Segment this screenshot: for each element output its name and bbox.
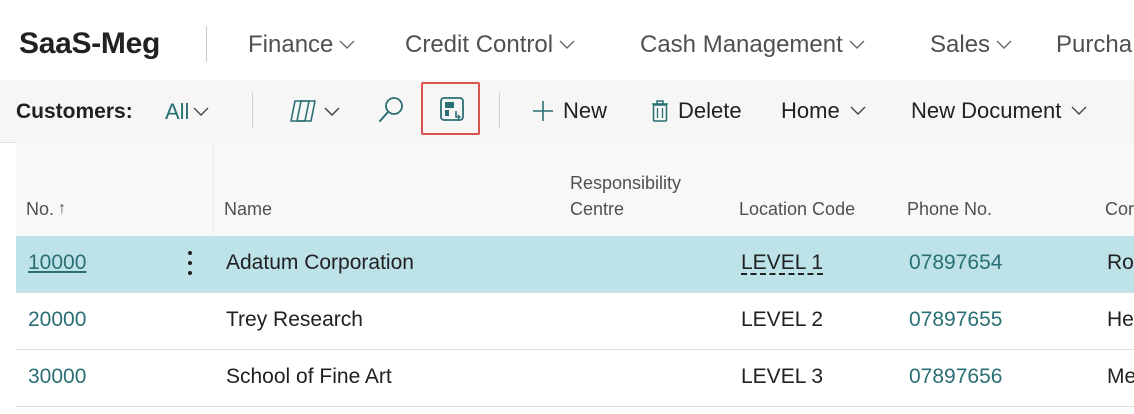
highlight-annotation (421, 82, 480, 135)
toolbar-separator (252, 92, 253, 128)
chevron-down-icon (193, 105, 209, 117)
toolbar-separator (499, 92, 500, 128)
chevron-down-icon (849, 38, 865, 50)
new-button-label: New (563, 98, 608, 123)
table-row[interactable]: 20000 Trey Research LEVEL 2 07897655 He (16, 293, 1134, 350)
plus-icon (531, 99, 555, 123)
new-button[interactable]: New (531, 98, 607, 124)
home-menu[interactable]: Home (781, 98, 866, 124)
nav-item-label: Sales (930, 31, 991, 58)
customer-name: School of Fine Art (226, 365, 392, 388)
customer-no-link[interactable]: 10000 (28, 251, 86, 275)
table-row[interactable]: 30000 School of Fine Art LEVEL 3 0789765… (16, 350, 1134, 407)
copilot-icon[interactable] (289, 97, 349, 130)
view-filter-dropdown[interactable]: All (165, 99, 209, 125)
customer-name: Adatum Corporation (226, 251, 414, 274)
column-header-label: Responsibility (570, 173, 682, 193)
phone-no[interactable]: 07897656 (909, 365, 1002, 389)
chevron-down-icon (339, 38, 355, 50)
location-code: LEVEL 2 (741, 308, 824, 331)
chevron-down-icon (850, 104, 866, 116)
search-icon[interactable] (378, 95, 406, 130)
location-code[interactable]: LEVEL 1 (741, 251, 823, 275)
list-title: Customers: (16, 100, 133, 123)
nav-item-finance[interactable]: Finance (248, 31, 355, 59)
contact: Ro (1107, 251, 1134, 274)
column-header-contact[interactable]: Cor (1105, 196, 1134, 222)
nav-item-label: Finance (248, 31, 334, 58)
customer-no-link[interactable]: 20000 (28, 308, 86, 332)
nav-item-label: Credit Control (405, 31, 554, 58)
nav-item-sales[interactable]: Sales (930, 31, 1012, 59)
chevron-down-icon (559, 38, 575, 50)
column-header-phone-no[interactable]: Phone No. (907, 196, 992, 222)
nav-divider (206, 26, 207, 62)
home-menu-label: Home (781, 98, 840, 123)
phone-no[interactable]: 07897654 (909, 251, 1002, 275)
row-actions-icon[interactable] (184, 249, 196, 277)
nav-item-label: Purcha (1056, 31, 1133, 58)
nav-item-label: Cash Management (640, 31, 843, 58)
new-document-menu[interactable]: New Document (911, 98, 1087, 124)
nav-item-purchasing[interactable]: Purcha (1056, 31, 1132, 59)
trash-icon (650, 99, 670, 123)
phone-no[interactable]: 07897655 (909, 308, 1002, 332)
table-row[interactable]: 10000 Adatum Corporation LEVEL 1 0789765… (16, 236, 1134, 293)
contact: Me (1107, 365, 1134, 388)
nav-item-credit-control[interactable]: Credit Control (405, 31, 575, 59)
column-header-location-code[interactable]: Location Code (739, 196, 855, 222)
customer-name: Trey Research (226, 308, 363, 331)
grid-header: No. ↑ Name Responsibility Centre Locatio… (16, 142, 1134, 236)
chevron-down-icon (1071, 104, 1087, 116)
delete-button-label: Delete (678, 98, 742, 123)
sort-ascending-icon: ↑ (58, 200, 67, 217)
customer-no-link[interactable]: 30000 (28, 365, 86, 389)
column-header-no[interactable]: No. ↑ (26, 196, 66, 222)
delete-button[interactable]: Delete (650, 98, 742, 124)
new-document-menu-label: New Document (911, 98, 1062, 123)
action-bar: Customers: All New Delete Home New Docum… (0, 80, 1134, 143)
column-header-name[interactable]: Name (224, 196, 272, 222)
nav-item-cash-management[interactable]: Cash Management (640, 31, 865, 59)
company-name[interactable]: SaaS-Meg (19, 27, 160, 61)
top-navigation: SaaS-Meg Finance Credit Control Cash Man… (0, 0, 1134, 81)
column-header-responsibility-centre[interactable]: Responsibility Centre (570, 170, 681, 222)
column-header-label: No. (26, 199, 55, 219)
location-code: LEVEL 3 (741, 365, 824, 388)
column-header-label: Centre (570, 199, 625, 219)
column-separator (213, 142, 214, 236)
contact: He (1107, 308, 1134, 331)
view-filter-label: All (165, 99, 190, 124)
chevron-down-icon (996, 38, 1012, 50)
